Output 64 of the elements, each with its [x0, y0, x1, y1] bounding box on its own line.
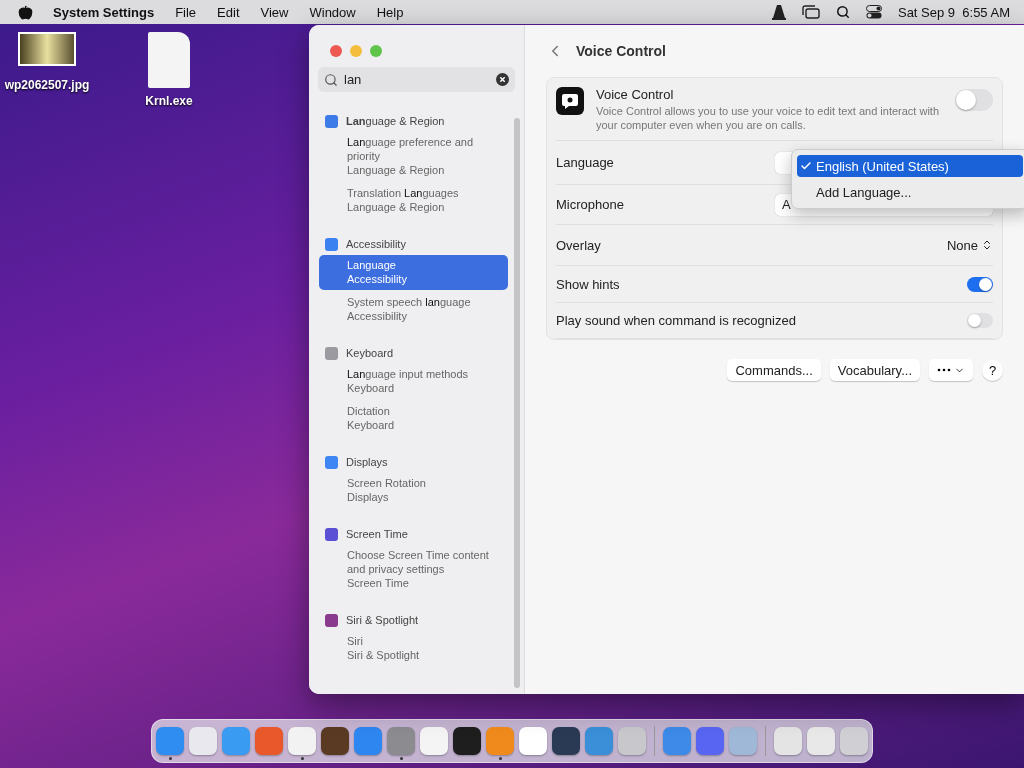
app-menu[interactable]: System Settings — [53, 4, 155, 20]
search-result[interactable]: Dictation Keyboard — [319, 401, 508, 436]
toggle-switch[interactable] — [955, 89, 993, 111]
toggle-switch[interactable] — [967, 313, 993, 328]
app-icon[interactable] — [321, 726, 349, 755]
image-thumbnail[interactable] — [18, 32, 76, 66]
search-result[interactable]: Siri Siri & Spotlight — [319, 631, 508, 666]
search-result[interactable]: Language input methods Keyboard — [319, 364, 508, 399]
minimize-button[interactable] — [350, 45, 362, 57]
menu-item[interactable]: File — [175, 4, 197, 20]
menu-item[interactable]: Window — [309, 4, 356, 20]
menu-item[interactable]: View — [260, 4, 289, 20]
setting-label: Show hints — [556, 276, 620, 292]
file-name[interactable]: wp2062507.jpg — [4, 78, 90, 92]
document-icon[interactable] — [148, 32, 190, 88]
app-icon[interactable] — [453, 726, 481, 755]
app-icon — [556, 87, 584, 115]
app-icon[interactable] — [552, 726, 580, 755]
file-name[interactable]: Krnl.exe — [145, 94, 193, 108]
setting-label: Overlay — [556, 237, 601, 253]
updown-chevron-icon — [981, 239, 993, 251]
action-button[interactable]: Vocabulary... — [829, 359, 920, 381]
category-title[interactable]: Screen Time — [346, 528, 408, 540]
windows-icon[interactable] — [801, 5, 820, 19]
category-title[interactable]: Keyboard — [346, 347, 394, 359]
action-button[interactable]: Commands... — [727, 359, 821, 381]
popup-button[interactable]: None — [946, 237, 993, 253]
category-title[interactable]: Siri & Spotlight — [346, 614, 419, 626]
category-title[interactable]: Displays — [346, 456, 388, 468]
menu-option[interactable]: Add Language... — [797, 181, 1023, 203]
scrollbar[interactable] — [514, 118, 520, 688]
setting-label: Microphone — [556, 197, 624, 212]
page-title: Voice Control — [576, 43, 666, 59]
search-result[interactable]: Choose Screen Time content and privacy settings Screen Time — [319, 545, 508, 594]
help-button[interactable]: ? — [982, 359, 1003, 381]
search-result[interactable]: Language Accessibility — [319, 255, 508, 290]
search-result[interactable]: Language preference and priority Language & Region — [319, 132, 508, 181]
clock[interactable]: Sat Sep 9 6:55 AM — [897, 4, 1010, 20]
traffic-cone-icon[interactable] — [771, 4, 786, 20]
clear-icon[interactable] — [496, 73, 509, 86]
feature-title: Voice Control — [596, 87, 675, 102]
category-title[interactable]: Language & Region — [346, 115, 445, 127]
search-result[interactable]: System speech language Accessibility — [319, 292, 508, 327]
more-button[interactable] — [929, 359, 973, 381]
toggle-switch[interactable] — [967, 276, 993, 292]
menu-option[interactable]: English (United States) — [797, 155, 1023, 177]
checkmark-icon — [800, 160, 812, 172]
search-icon — [324, 72, 338, 87]
feature-description: Voice Control allows you to use your voice to edit text and interact with your computer even when you are on calls. — [596, 104, 940, 132]
search-field[interactable]: lan — [344, 72, 490, 87]
control-center-icon[interactable] — [865, 5, 882, 19]
menu-item[interactable]: Help — [376, 4, 404, 20]
ellipsis-icon — [937, 368, 951, 372]
apple-icon[interactable] — [18, 4, 33, 20]
search-bar[interactable]: lan — [318, 67, 515, 92]
zoom-button[interactable] — [370, 45, 382, 57]
setting-label: Play sound when command is recognized — [556, 313, 796, 328]
close-button[interactable] — [330, 45, 342, 57]
menu-item[interactable]: Edit — [217, 4, 240, 20]
search-result[interactable]: Screen Rotation Displays — [319, 473, 508, 508]
search-icon[interactable] — [835, 5, 850, 19]
setting-label: Language — [556, 155, 614, 170]
search-result[interactable]: Translation Languages Language & Region — [319, 183, 508, 218]
category-title[interactable]: Accessibility — [346, 238, 406, 250]
